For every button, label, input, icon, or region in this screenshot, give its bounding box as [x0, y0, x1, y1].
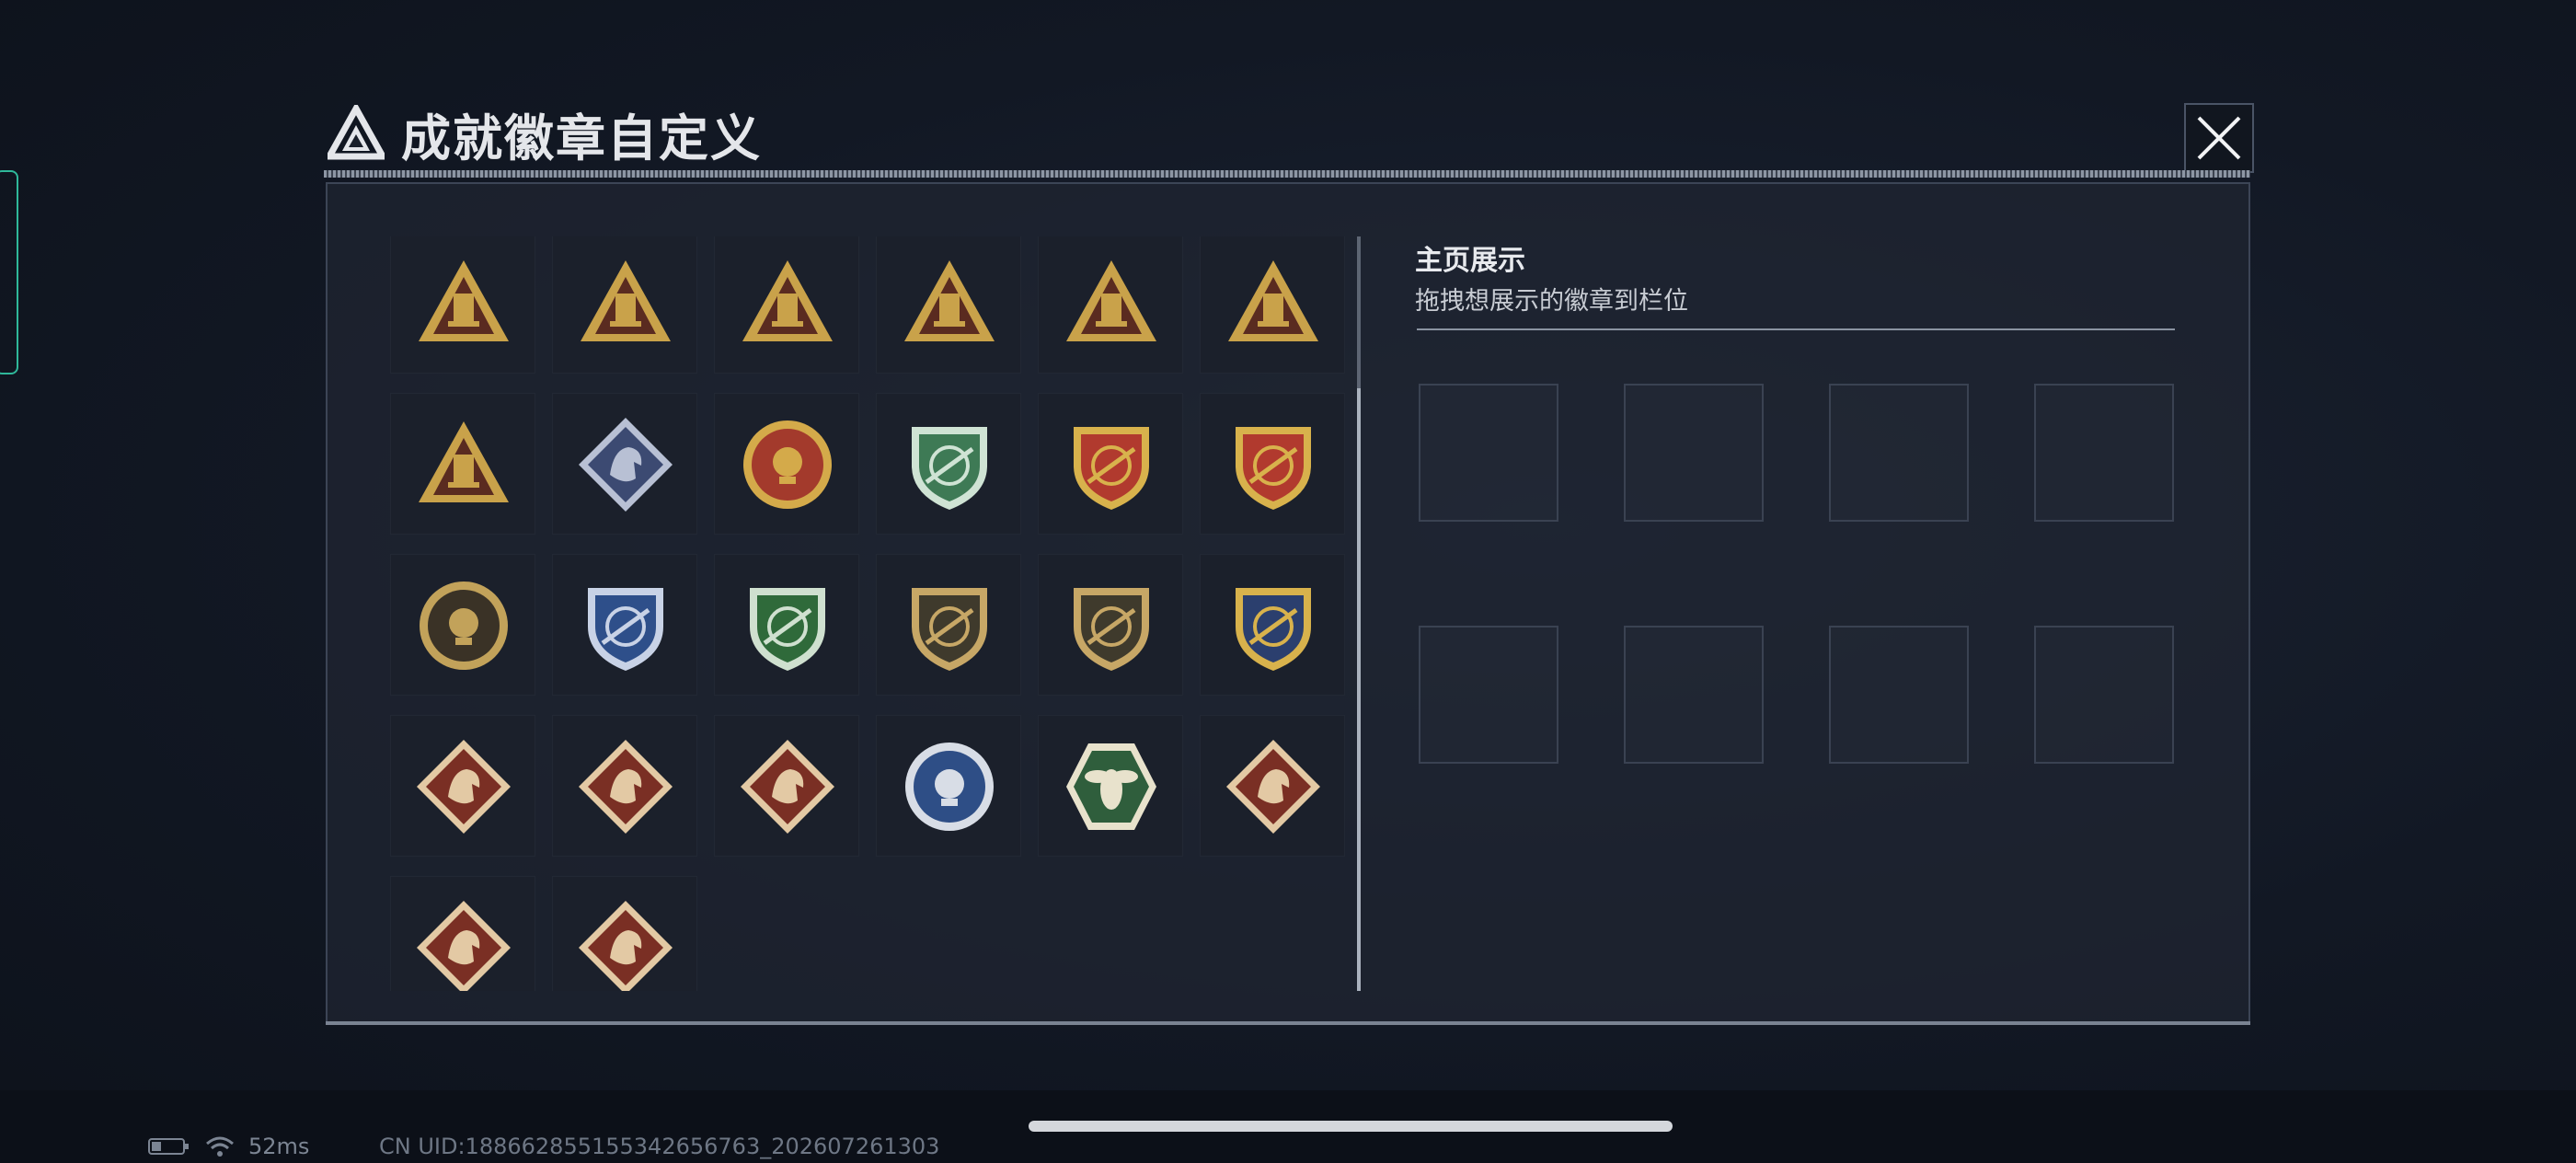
- badge-gold-triangle-capsule[interactable]: [1038, 236, 1183, 374]
- red-diamond-dragon-head-icon: [417, 901, 511, 991]
- showcase-hint: 拖拽想展示的徽章到栏位: [1415, 287, 1688, 316]
- badge-green-hexagon-hornet[interactable]: [1038, 715, 1183, 857]
- gold-triangle-tower-icon: [419, 421, 509, 502]
- status-bar: 52ms: [147, 1134, 309, 1159]
- bronze-shield-rifle-icon: [912, 588, 987, 671]
- showcase-slot-5[interactable]: [1419, 626, 1558, 764]
- badge-navy-gold-shield-crosshair[interactable]: [1200, 554, 1345, 696]
- badge-gold-circle-skull[interactable]: [390, 554, 535, 696]
- red-diamond-grip-icon: [741, 740, 834, 834]
- badge-gold-triangle-sunrise[interactable]: [714, 236, 859, 374]
- showcase-title: 主页展示: [1415, 245, 1525, 277]
- showcase-slot-2[interactable]: [1624, 384, 1764, 522]
- side-tab[interactable]: [0, 170, 18, 374]
- modal-title: 成就徽章自定义: [328, 101, 762, 167]
- green-shield-rifle-icon: [750, 588, 825, 671]
- red-shield-star-medal-icon: [1236, 427, 1311, 510]
- badge-red-diamond-wolf[interactable]: [390, 715, 535, 857]
- showcase-slot-4[interactable]: [2034, 384, 2174, 522]
- close-icon: [2197, 116, 2241, 160]
- showcase-slot-3[interactable]: [1829, 384, 1969, 522]
- blue-circle-eagle-icon: [905, 743, 994, 831]
- silver-diamond-rose-icon: [579, 418, 673, 512]
- red-diamond-wolf-roar-icon: [579, 740, 673, 834]
- badge-gold-triangle-number-one[interactable]: [876, 236, 1021, 374]
- badge-silver-diamond-rose[interactable]: [552, 393, 697, 535]
- modal-title-text: 成就徽章自定义: [401, 109, 762, 167]
- badge-red-diamond-grip[interactable]: [714, 715, 859, 857]
- showcase-slot-6[interactable]: [1624, 626, 1764, 764]
- badge-red-shield-star-medal[interactable]: [1200, 393, 1345, 535]
- badge-red-gold-star-medal[interactable]: [714, 393, 859, 535]
- badge-scroll-thumb[interactable]: [1357, 388, 1361, 991]
- badge-gold-triangle-cannon[interactable]: [390, 236, 535, 374]
- green-shield-emblem-icon: [912, 427, 987, 510]
- uid-text: CN UID:18866285515534265676​3_2026072613…: [379, 1134, 940, 1159]
- header-divider: [324, 170, 2250, 178]
- gold-triangle-cannon-icon: [419, 260, 509, 341]
- badge-red-shield-winged-medal[interactable]: [1038, 393, 1183, 535]
- badge-gold-triangle-tower[interactable]: [390, 393, 535, 535]
- showcase-divider: [1417, 328, 2175, 330]
- red-diamond-runner-icon: [579, 901, 673, 991]
- gold-circle-skull-icon: [420, 582, 508, 670]
- badge-bronze-shield-sniper[interactable]: [1038, 554, 1183, 696]
- red-diamond-wolf-icon: [417, 740, 511, 834]
- badge-blue-shield-rifle[interactable]: [552, 554, 697, 696]
- home-indicator[interactable]: [1029, 1121, 1673, 1132]
- red-diamond-dragon-icon: [1226, 740, 1320, 834]
- badge-red-diamond-dragon[interactable]: [1200, 715, 1345, 857]
- gold-triangle-capsule-icon: [1066, 260, 1156, 341]
- badge-red-diamond-wolf-roar[interactable]: [552, 715, 697, 857]
- triangle-logo-icon: [328, 105, 385, 160]
- badge-bronze-shield-rifle[interactable]: [876, 554, 1021, 696]
- showcase-slot-7[interactable]: [1829, 626, 1969, 764]
- badge-gold-triangle-beta[interactable]: [552, 236, 697, 374]
- red-shield-winged-medal-icon: [1074, 427, 1149, 510]
- gold-triangle-beta-icon: [581, 260, 671, 341]
- badge-blue-circle-eagle[interactable]: [876, 715, 1021, 857]
- badge-grid: [390, 236, 1347, 991]
- blue-shield-rifle-icon: [588, 588, 663, 671]
- badge-gold-triangle-soldiers[interactable]: [1200, 236, 1345, 374]
- showcase-slot-1[interactable]: [1419, 384, 1558, 522]
- panel-bottom-edge: [326, 1021, 2250, 1025]
- badge-green-shield-emblem[interactable]: [876, 393, 1021, 535]
- gold-triangle-sunrise-icon: [742, 260, 833, 341]
- green-hexagon-hornet-icon: [1066, 743, 1156, 830]
- showcase-slot-8[interactable]: [2034, 626, 2174, 764]
- close-button[interactable]: [2184, 103, 2254, 173]
- red-gold-star-medal-icon: [743, 420, 832, 509]
- badge-red-diamond-dragon-head[interactable]: [390, 876, 535, 991]
- gold-triangle-soldiers-icon: [1228, 260, 1318, 341]
- badge-red-diamond-runner[interactable]: [552, 876, 697, 991]
- wifi-icon: [206, 1136, 234, 1157]
- gold-triangle-number-one-icon: [904, 260, 995, 341]
- ping-text: 52ms: [248, 1134, 310, 1159]
- navy-gold-shield-crosshair-icon: [1236, 588, 1311, 671]
- bronze-shield-sniper-icon: [1074, 588, 1149, 671]
- badge-green-shield-rifle[interactable]: [714, 554, 859, 696]
- battery-icon: [148, 1138, 189, 1155]
